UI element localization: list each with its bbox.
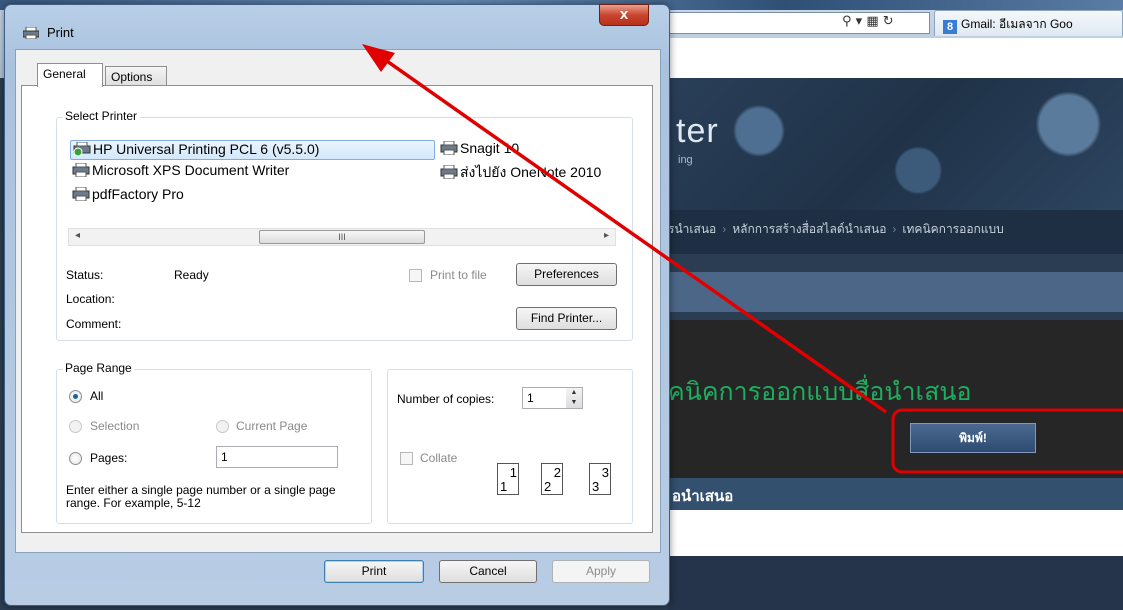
status-value: Ready: [174, 268, 209, 282]
scrollbar-thumb[interactable]: III: [259, 230, 425, 244]
range-all-radio[interactable]: [69, 390, 82, 403]
site-banner-subtitle: ing: [678, 154, 693, 166]
printer-name: Microsoft XPS Document Writer: [92, 162, 290, 178]
site-white-area: [668, 510, 1123, 556]
printer-icon: [72, 163, 90, 177]
site-content-bar: [668, 272, 1123, 312]
print-button[interactable]: Print: [324, 560, 424, 583]
comment-label: Comment:: [66, 317, 122, 331]
printer-name: HP Universal Printing PCL 6 (v5.5.0): [93, 141, 320, 157]
collate-label: Collate: [420, 451, 458, 465]
spin-up-icon[interactable]: ▲: [566, 388, 582, 398]
printer-icon: [23, 27, 39, 39]
site-nav: รนำเสนอ › หลักการสร้างสื่อสไลด์นำเสนอ › เทคน…: [668, 210, 1123, 254]
printer-item-onenote[interactable]: ส่งไปยัง OneNote 2010: [440, 162, 620, 182]
site-footer-area: [668, 556, 1123, 610]
dialog-title: Print: [47, 25, 74, 40]
collate-page-icon: 33: [589, 459, 615, 495]
collate-illustration: 11 22 33: [497, 455, 627, 495]
status-label: Status:: [66, 268, 104, 282]
printer-name: pdfFactory Pro: [92, 186, 184, 202]
section-heading: อนำเสนอ: [668, 478, 1123, 510]
printer-item-snagit[interactable]: Snagit 10: [440, 140, 519, 160]
page-heading: คนิคการออกแบบสื่อนำเสนอ: [668, 378, 972, 406]
site-banner-title: ter: [676, 112, 719, 150]
range-current-page-label: Current Page: [236, 419, 308, 433]
browser-command-bar: [668, 38, 1123, 78]
printer-name: ส่งไปยัง OneNote 2010: [460, 164, 602, 180]
copies-input[interactable]: 1: [522, 387, 567, 409]
search-icon[interactable]: ⚲: [842, 14, 852, 29]
printer-icon: [440, 165, 458, 179]
collate-page-icon: 22: [541, 459, 567, 495]
close-button[interactable]: x: [599, 4, 649, 26]
site-banner: [668, 78, 1123, 210]
copies-spinner[interactable]: ▲ ▼: [566, 387, 583, 409]
printer-icon: [440, 141, 458, 155]
tab-general[interactable]: General: [37, 63, 103, 87]
range-pages-label: Pages:: [90, 451, 128, 465]
browser-tab-label: Gmail: อีเมลจาก Goo: [961, 17, 1073, 31]
scroll-left-icon[interactable]: ◂: [75, 230, 80, 241]
range-selection-label: Selection: [90, 419, 140, 433]
find-printer-button[interactable]: Find Printer...: [516, 307, 617, 330]
printer-item-xps[interactable]: Microsoft XPS Document Writer: [72, 162, 289, 182]
scroll-right-icon[interactable]: ▸: [604, 230, 609, 241]
close-icon: x: [619, 6, 629, 23]
page-range-help-text: Enter either a single page number or a s…: [66, 483, 336, 510]
collate-page-icon: 11: [497, 459, 523, 495]
range-current-page-radio[interactable]: [216, 420, 229, 433]
printer-icon: [72, 187, 90, 201]
print-to-file-checkbox[interactable]: [409, 269, 422, 282]
printer-item-pdffactory[interactable]: pdfFactory Pro: [72, 186, 184, 206]
printer-name: Snagit 10: [460, 140, 520, 156]
apply-button[interactable]: Apply: [552, 560, 650, 583]
spin-down-icon[interactable]: ▼: [566, 398, 582, 408]
page-range-legend: Page Range: [63, 361, 134, 375]
site-print-button[interactable]: พิมพ์!: [910, 423, 1036, 453]
printer-default-icon: [73, 142, 91, 156]
collate-checkbox[interactable]: [400, 452, 413, 465]
browser-tab-gmail[interactable]: 8 Gmail: อีเมลจาก Goo: [934, 10, 1123, 36]
location-label: Location:: [66, 292, 115, 306]
range-pages-radio[interactable]: [69, 452, 82, 465]
printer-item-hp[interactable]: HP Universal Printing PCL 6 (v5.5.0): [70, 140, 435, 160]
nav-item[interactable]: เทคนิคการออกแบบ: [902, 222, 1003, 236]
range-selection-radio[interactable]: [69, 420, 82, 433]
nav-item[interactable]: รนำเสนอ: [668, 222, 716, 236]
compat-icon[interactable]: ▦: [866, 14, 878, 29]
cancel-button[interactable]: Cancel: [439, 560, 537, 583]
nav-item[interactable]: หลักการสร้างสื่อสไลด์นำเสนอ: [732, 222, 886, 236]
select-printer-legend: Select Printer: [63, 109, 140, 123]
range-all-label: All: [90, 389, 104, 403]
printer-list-scrollbar[interactable]: ◂ III ▸: [68, 228, 616, 246]
refresh-icon[interactable]: ↻: [883, 14, 894, 29]
preferences-button[interactable]: Preferences: [516, 263, 617, 286]
copies-label: Number of copies:: [397, 392, 495, 406]
print-to-file-label: Print to file: [430, 268, 487, 282]
pages-input[interactable]: 1: [216, 446, 338, 468]
dialog-titlebar[interactable]: Print: [5, 5, 669, 49]
address-bar-icons[interactable]: ⚲ ▾ ▦ ↻: [842, 14, 894, 29]
google-icon: 8: [943, 20, 957, 34]
